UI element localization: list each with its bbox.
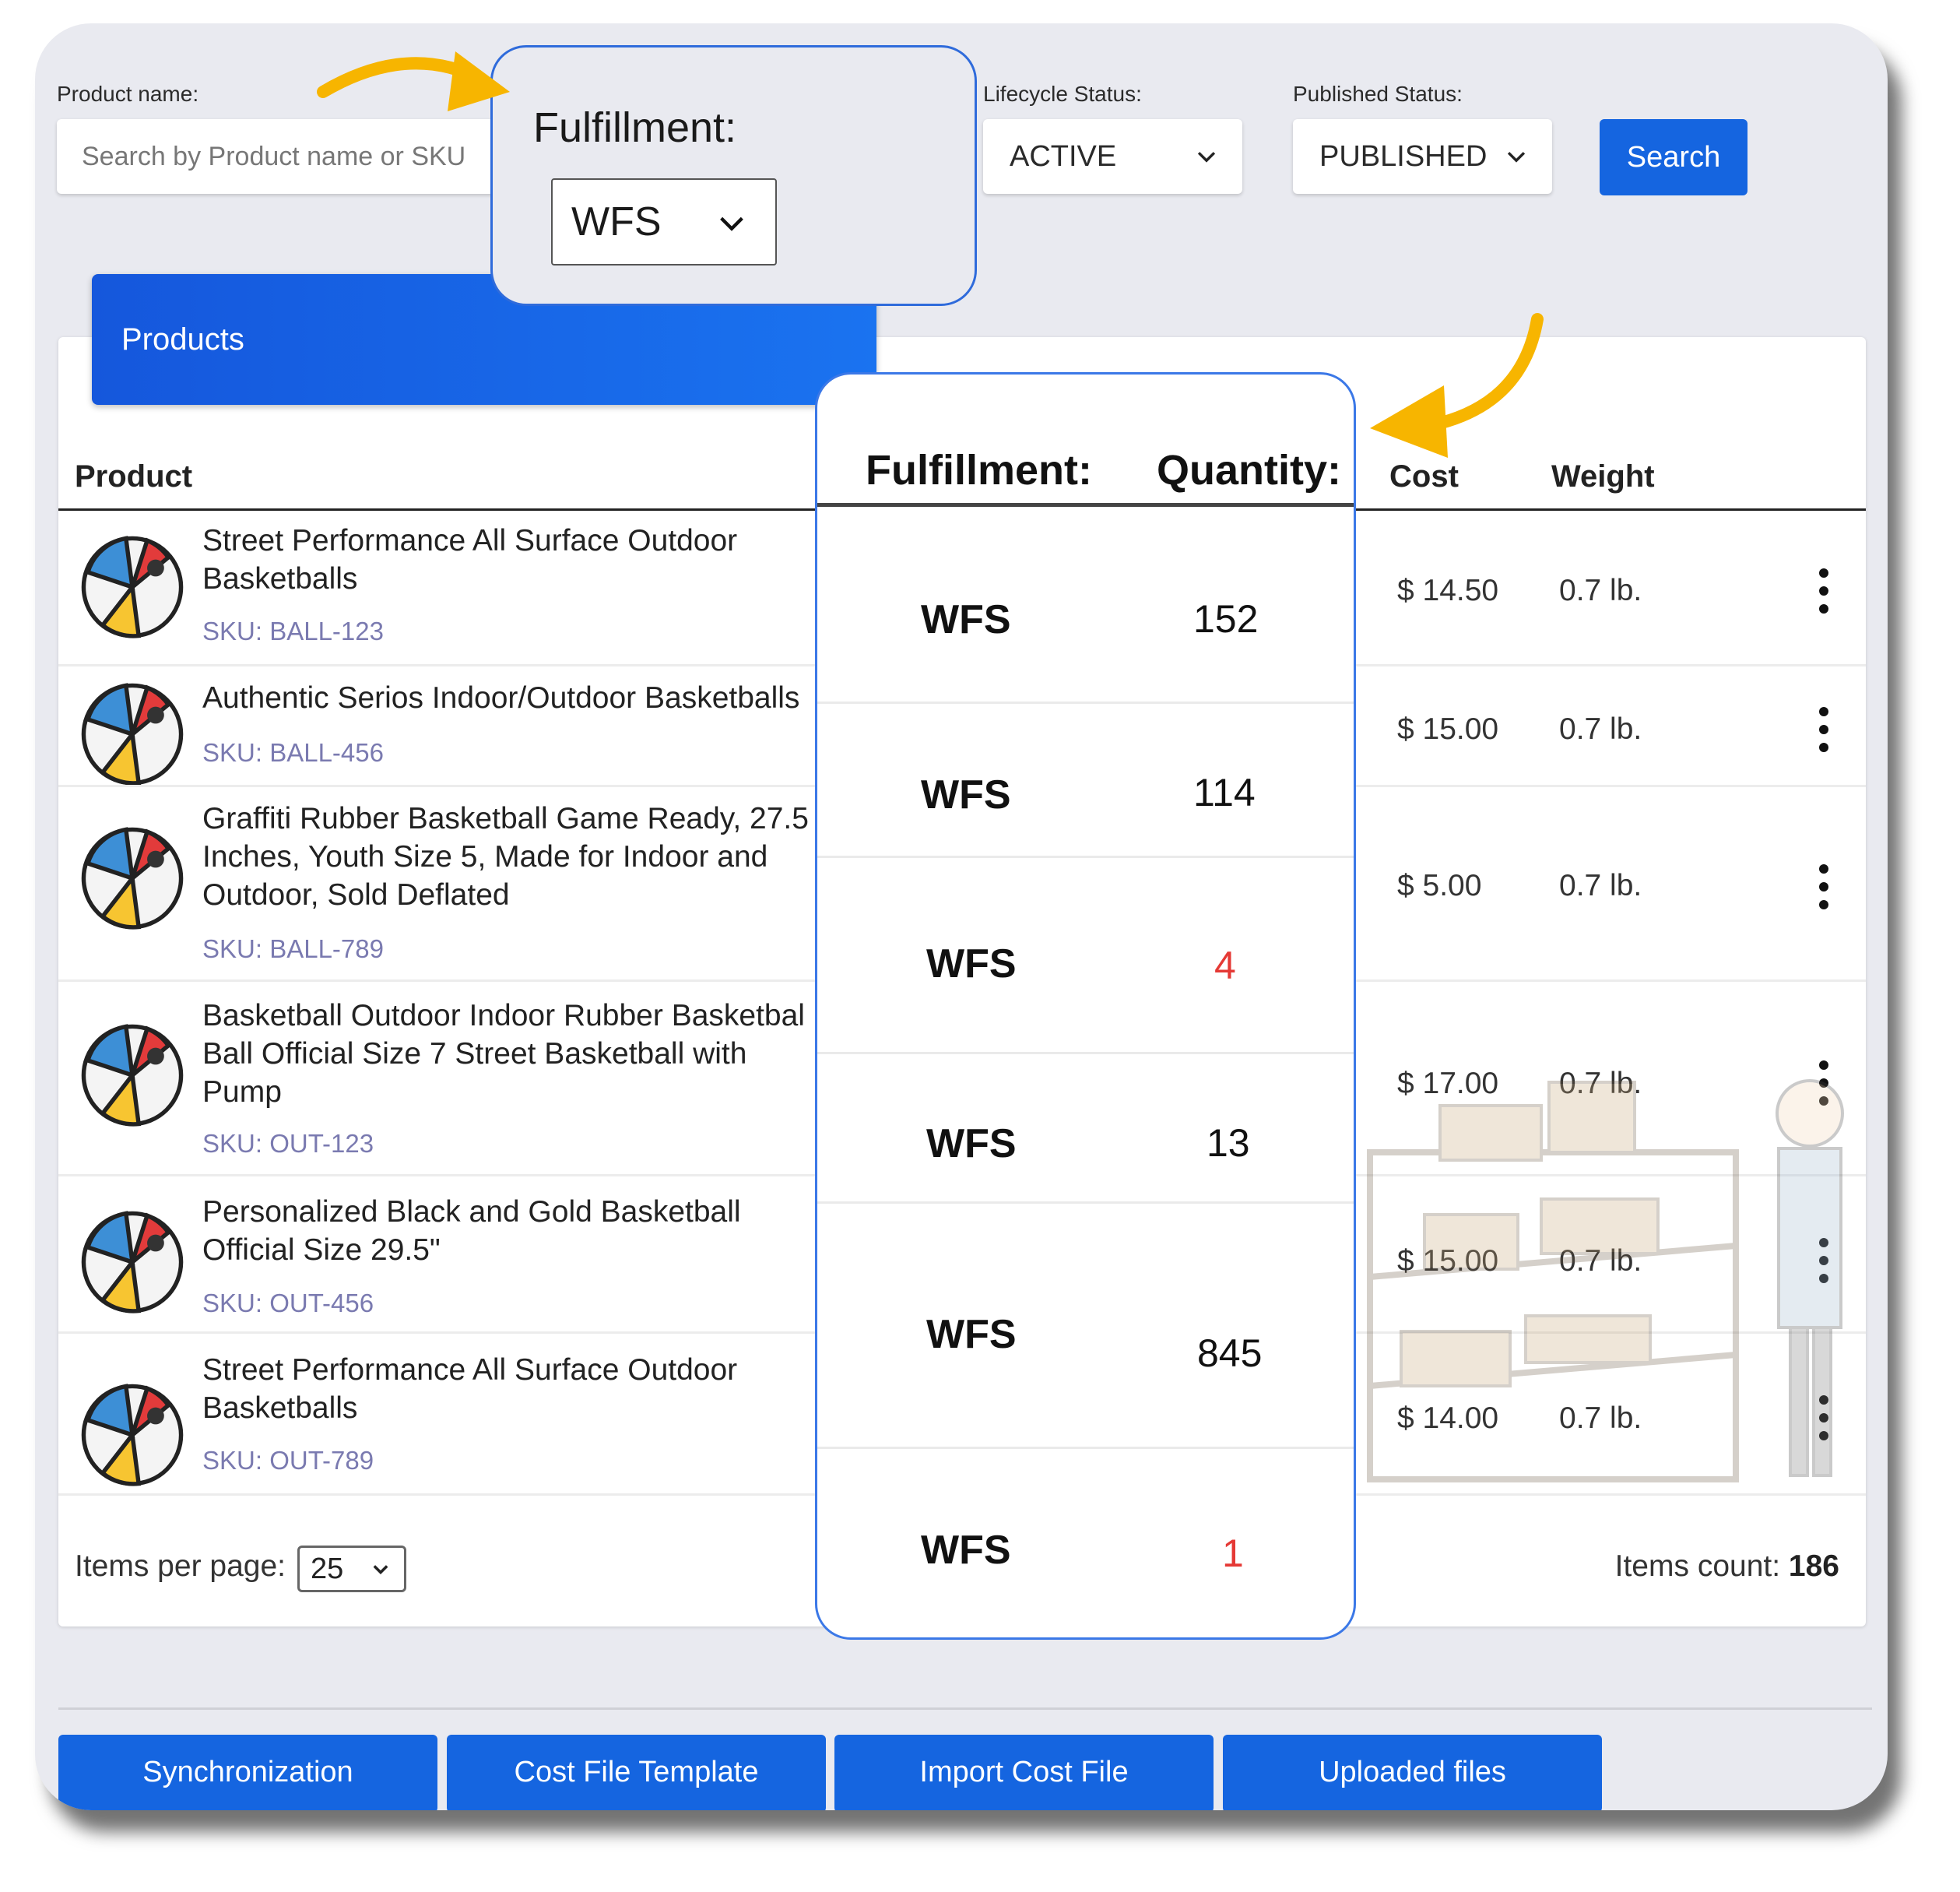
search-button[interactable]: Search [1600,119,1747,195]
beach-ball-icon [81,1024,184,1127]
quantity-cell: 13 [1207,1121,1250,1165]
fulfillment-cell: WFS [926,1121,1017,1166]
chevron-down-icon [720,216,743,231]
product-cost: $ 15.00 [1397,712,1499,746]
beach-ball-icon [81,1211,184,1313]
quantity-cell: 152 [1193,597,1259,641]
product-name[interactable]: Street Performance All Surface Outdoor B… [202,1351,825,1427]
fulfillment-cell: WFS [921,772,1011,818]
product-sku: SKU: BALL-123 [202,617,384,645]
app-window: Product name: Search by Product name or … [35,23,1888,1810]
product-name[interactable]: Street Performance All Surface Outdoor B… [202,522,825,598]
row-divider [817,1447,1354,1449]
column-header-weight[interactable]: Weight [1551,459,1655,494]
fulfillment-cell: WFS [926,1312,1017,1357]
fulfillment-filter-value: WFS [571,199,662,244]
quantity-column-header: Quantity: [1157,447,1341,494]
items-count-value: 186 [1788,1549,1839,1583]
product-cost: $ 14.50 [1397,574,1499,607]
quantity-cell: 114 [1193,771,1256,814]
row-divider [817,856,1354,858]
synchronization-button[interactable]: Synchronization [58,1735,437,1810]
product-weight: 0.7 lb. [1559,712,1642,746]
beach-ball-icon [81,827,184,930]
chevron-down-icon [373,1565,388,1574]
uploaded-files-button[interactable]: Uploaded files [1223,1735,1602,1810]
published-status-value: PUBLISHED [1319,140,1488,173]
quantity-cell-low-stock: 1 [1222,1532,1244,1575]
more-vertical-icon[interactable] [1818,707,1830,754]
product-sku: SKU: OUT-456 [202,1289,374,1317]
product-name-label: Product name: [57,82,199,106]
more-vertical-icon[interactable] [1818,864,1830,911]
product-weight: 0.7 lb. [1559,574,1642,607]
row-divider [817,1052,1354,1054]
product-name[interactable]: Basketball Outdoor Indoor Rubber Basketb… [202,997,825,1111]
quantity-cell-low-stock: 4 [1214,944,1236,987]
column-header-product[interactable]: Product [75,459,192,494]
quantity-cell: 845 [1197,1331,1263,1375]
warehouse-illustration [1367,1079,1844,1482]
product-name[interactable]: Personalized Black and Gold Basketball O… [202,1193,825,1269]
published-status-select[interactable]: PUBLISHED [1293,119,1552,194]
more-vertical-icon[interactable] [1818,568,1830,615]
quantity-callout: Fulfillment: Quantity: WFS 152 WFS 114 W… [815,372,1356,1640]
fulfillment-column-header: Fulfillment: [866,447,1092,494]
fulfillment-filter-select[interactable]: WFS [551,178,777,266]
items-count: Items count: 186 [1615,1549,1839,1584]
product-sku: SKU: BALL-456 [202,738,384,767]
product-weight: 0.7 lb. [1559,869,1642,902]
product-sku: SKU: BALL-789 [202,934,384,963]
items-per-page-label: Items per page: [75,1549,286,1583]
items-per-page-value: 25 [311,1553,344,1585]
row-divider [817,702,1354,704]
section-divider [58,1707,1872,1710]
curved-arrow-icon [317,51,510,111]
product-name[interactable]: Graffiti Rubber Basketball Game Ready, 2… [202,800,825,914]
lifecycle-status-label: Lifecycle Status: [983,82,1142,106]
product-sku: SKU: OUT-123 [202,1129,374,1158]
product-name[interactable]: Authentic Serios Indoor/Outdoor Basketba… [202,679,825,717]
beach-ball-icon [81,1384,184,1486]
fulfillment-filter-label: Fulfillment: [533,104,737,151]
chevron-down-icon [1197,152,1216,163]
fulfillment-cell: WFS [926,941,1017,986]
fulfillment-cell: WFS [921,597,1011,642]
beach-ball-icon [81,683,184,786]
chevron-down-icon [1507,152,1526,163]
search-input[interactable]: Search by Product name or SKU [57,119,508,194]
import-cost-file-button[interactable]: Import Cost File [834,1735,1214,1810]
quantity-header-divider [817,503,1354,507]
published-status-label: Published Status: [1293,82,1463,106]
row-divider [817,1201,1354,1204]
cost-file-template-button[interactable]: Cost File Template [447,1735,826,1810]
beach-ball-icon [81,536,184,638]
fulfillment-filter-callout: Fulfillment: WFS [490,45,977,306]
product-cost: $ 5.00 [1397,869,1482,902]
items-count-label: Items count: [1614,1549,1781,1583]
curved-arrow-icon [1370,313,1544,458]
lifecycle-status-select[interactable]: ACTIVE [983,119,1242,194]
fulfillment-cell: WFS [921,1528,1011,1573]
column-header-cost[interactable]: Cost [1389,459,1459,494]
product-sku: SKU: OUT-789 [202,1446,374,1475]
lifecycle-status-value: ACTIVE [1010,140,1117,173]
items-per-page-select[interactable]: 25 [297,1546,406,1592]
